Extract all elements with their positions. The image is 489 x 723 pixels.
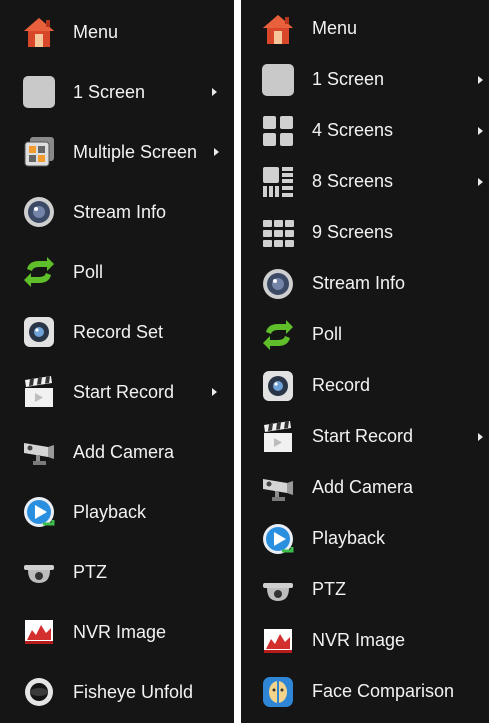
- menu-item-playback[interactable]: Playback: [0, 482, 234, 542]
- menu-item-label: Add Camera: [312, 477, 414, 497]
- menu-item-playback[interactable]: Playback: [241, 513, 489, 564]
- menu-item-label: Menu: [312, 18, 358, 38]
- multiple-screen-icon: [21, 134, 57, 170]
- menu-item-label: NVR Image: [73, 621, 167, 642]
- menu-item-add-camera[interactable]: Add Camera: [0, 422, 234, 482]
- menu-item-record-set[interactable]: Record Set: [0, 302, 234, 362]
- stream-info-icon: [21, 194, 57, 230]
- house-icon: [21, 14, 57, 50]
- menu-item-stream-info[interactable]: Stream Info: [0, 182, 234, 242]
- record-set-icon: [21, 314, 57, 350]
- submenu-arrow-icon: [478, 177, 483, 186]
- submenu-arrow-icon: [478, 432, 483, 441]
- menu-item-record[interactable]: Record: [241, 360, 489, 411]
- menu-item-menu[interactable]: Menu: [241, 3, 489, 54]
- menu-item-label: Add Camera: [73, 441, 175, 462]
- playback-icon: [21, 494, 57, 530]
- poll-icon: [260, 317, 296, 353]
- menu-item-label: Poll: [73, 261, 104, 282]
- face-comparison-icon: [260, 674, 296, 710]
- menu-item-add-camera[interactable]: Add Camera: [241, 462, 489, 513]
- menu-item-label: Playback: [73, 501, 147, 522]
- menu-item-label: PTZ: [73, 561, 107, 582]
- right-context-menu: Menu 1 Screen 4 Screens 8 Screens 9 Scre…: [241, 0, 489, 723]
- menu-item-start-record[interactable]: Start Record: [0, 362, 234, 422]
- menu-item-label: 8 Screens: [312, 171, 394, 191]
- house-icon: [260, 11, 296, 47]
- menu-item-poll[interactable]: Poll: [241, 309, 489, 360]
- menu-item-label: Poll: [312, 324, 343, 344]
- left-context-menu: Menu 1 Screen Multiple Screen Stream Inf…: [0, 0, 234, 723]
- menu-item-start-record[interactable]: Start Record: [241, 411, 489, 462]
- nvr-image-icon: [21, 614, 57, 650]
- playback-icon: [260, 521, 296, 557]
- ptz-dome-icon: [260, 572, 296, 608]
- single-screen-icon: [260, 62, 296, 98]
- menu-item-face-comparison[interactable]: Face Comparison: [241, 666, 489, 717]
- submenu-arrow-icon: [214, 148, 219, 156]
- menu-item-label: 4 Screens: [312, 120, 394, 140]
- camera-icon: [260, 470, 296, 506]
- menu-item-stream-info[interactable]: Stream Info: [241, 258, 489, 309]
- menu-item-label: Record Set: [73, 321, 164, 342]
- submenu-arrow-icon: [478, 126, 483, 135]
- menu-item-label: Start Record: [312, 426, 414, 446]
- menu-item-label: 1 Screen: [312, 69, 385, 89]
- menu-item-menu[interactable]: Menu: [0, 2, 234, 62]
- poll-icon: [21, 254, 57, 290]
- nine-screens-icon: [260, 215, 296, 251]
- eight-screens-icon: [260, 164, 296, 200]
- fisheye-icon: [21, 674, 57, 710]
- menu-item-label: Fisheye Unfold: [73, 681, 194, 702]
- menu-item-label: Face Comparison: [312, 681, 455, 701]
- submenu-arrow-icon: [478, 75, 483, 84]
- menu-item-label: NVR Image: [312, 630, 406, 650]
- four-screens-icon: [260, 113, 296, 149]
- submenu-arrow-icon: [212, 88, 217, 96]
- nvr-image-icon: [260, 623, 296, 659]
- menu-item-label: Menu: [73, 21, 119, 42]
- menu-item-label: Multiple Screen: [73, 141, 198, 162]
- menu-item-ptz[interactable]: PTZ: [241, 564, 489, 615]
- menu-item-ptz[interactable]: PTZ: [0, 542, 234, 602]
- menu-item-label: Stream Info: [73, 201, 167, 222]
- menu-item-nvr-image[interactable]: NVR Image: [241, 615, 489, 666]
- menu-item-4-screens[interactable]: 4 Screens: [241, 105, 489, 156]
- menu-item-8-screens[interactable]: 8 Screens: [241, 156, 489, 207]
- menu-item-9-screens[interactable]: 9 Screens: [241, 207, 489, 258]
- menu-item-fisheye-unfold[interactable]: Fisheye Unfold: [0, 662, 234, 722]
- record-icon: [260, 368, 296, 404]
- menu-item-label: Start Record: [73, 381, 175, 402]
- menu-item-label: Stream Info: [312, 273, 406, 293]
- menu-item-label: Playback: [312, 528, 386, 548]
- menu-item-1-screen[interactable]: 1 Screen: [241, 54, 489, 105]
- clapperboard-icon: [260, 419, 296, 455]
- single-screen-icon: [21, 74, 57, 110]
- menu-item-poll[interactable]: Poll: [0, 242, 234, 302]
- menu-item-nvr-image[interactable]: NVR Image: [0, 602, 234, 662]
- menu-item-label: 1 Screen: [73, 81, 146, 102]
- menu-item-multiple-screen[interactable]: Multiple Screen: [0, 122, 234, 182]
- stream-info-icon: [260, 266, 296, 302]
- ptz-dome-icon: [21, 554, 57, 590]
- menu-item-label: 9 Screens: [312, 222, 394, 242]
- menu-item-1-screen[interactable]: 1 Screen: [0, 62, 234, 122]
- menu-item-label: PTZ: [312, 579, 346, 599]
- submenu-arrow-icon: [212, 388, 217, 396]
- camera-icon: [21, 434, 57, 470]
- clapperboard-icon: [21, 374, 57, 410]
- menu-item-label: Record: [312, 375, 371, 395]
